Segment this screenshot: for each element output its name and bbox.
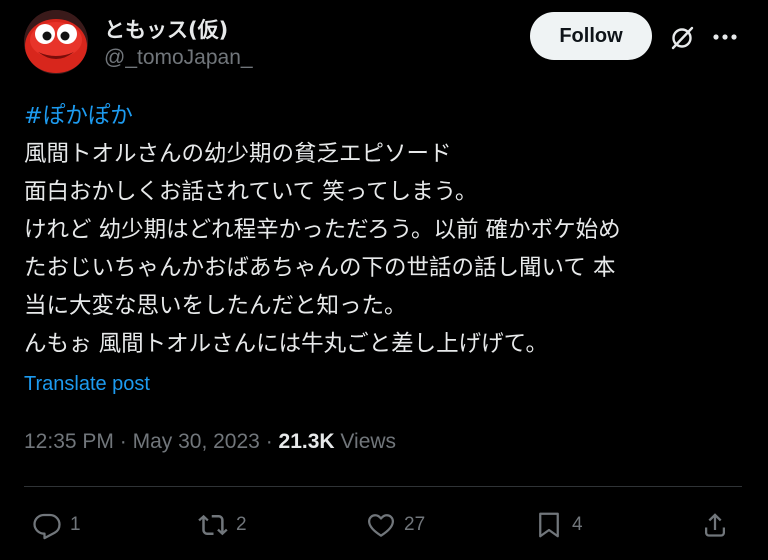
repost-count: 2 xyxy=(236,514,247,535)
more-button[interactable] xyxy=(708,22,742,52)
more-icon xyxy=(713,34,737,40)
post-text-line: 当に大変な思いをしたんだと知った。 xyxy=(24,293,407,319)
views-count: 21.3K xyxy=(278,430,335,453)
display-name[interactable]: ともッス(仮) xyxy=(104,14,228,44)
like-count: 27 xyxy=(404,514,426,535)
post-text-line: けれど 幼少期はどれ程辛かっただろう。以前 確かボケ始め xyxy=(24,217,621,243)
post-text-line: 風間トオルさんの幼少期の貧乏エピソード xyxy=(24,141,452,167)
reply-count: 1 xyxy=(70,514,81,535)
repost-icon xyxy=(198,514,228,536)
post-header: ともッス(仮) @_tomoJapan_ Follow xyxy=(0,0,768,90)
hashtag-link[interactable]: #ぽかぽか xyxy=(24,97,750,135)
grok-icon xyxy=(671,26,694,50)
post-text-line: たおじいちゃんかおばあちゃんの下の世話の話し聞いて 本 xyxy=(24,255,616,281)
divider xyxy=(24,486,742,487)
reply-icon xyxy=(33,513,61,540)
meta-separator: · xyxy=(265,430,273,453)
post-metadata: 12:35 PM · May 30, 2023 · 21.3K Views xyxy=(24,430,396,454)
red-creature-avatar-icon xyxy=(24,10,88,74)
post-time[interactable]: 12:35 PM xyxy=(24,430,114,453)
follow-button[interactable]: Follow xyxy=(530,12,652,60)
bookmark-icon xyxy=(539,512,559,538)
reply-button[interactable]: 1 xyxy=(32,508,81,542)
user-handle[interactable]: @_tomoJapan_ xyxy=(104,46,253,70)
post-text-line: んもぉ 風間トオルさんには牛丸ごと差し上げげて。 xyxy=(24,331,548,357)
bookmark-button[interactable]: 4 xyxy=(534,508,583,542)
meta-separator: · xyxy=(119,430,127,453)
grok-button[interactable] xyxy=(666,22,698,54)
post-text: #ぽかぽか 風間トオルさんの幼少期の貧乏エピソード 面白おかしくお話されていて … xyxy=(24,97,750,363)
translate-post-link[interactable]: Translate post xyxy=(24,373,150,396)
post-text-line: 面白おかしくお話されていて 笑ってしまう。 xyxy=(24,179,478,205)
share-button[interactable] xyxy=(700,508,730,542)
bookmark-count: 4 xyxy=(572,514,583,535)
repost-button[interactable]: 2 xyxy=(198,508,247,542)
action-bar: 1 2 27 4 xyxy=(0,500,768,550)
avatar[interactable] xyxy=(24,10,88,74)
views-label: Views xyxy=(340,430,397,453)
heart-icon xyxy=(368,514,394,537)
post-date[interactable]: May 30, 2023 xyxy=(133,430,260,453)
share-icon xyxy=(705,513,725,537)
like-button[interactable]: 27 xyxy=(366,508,425,542)
